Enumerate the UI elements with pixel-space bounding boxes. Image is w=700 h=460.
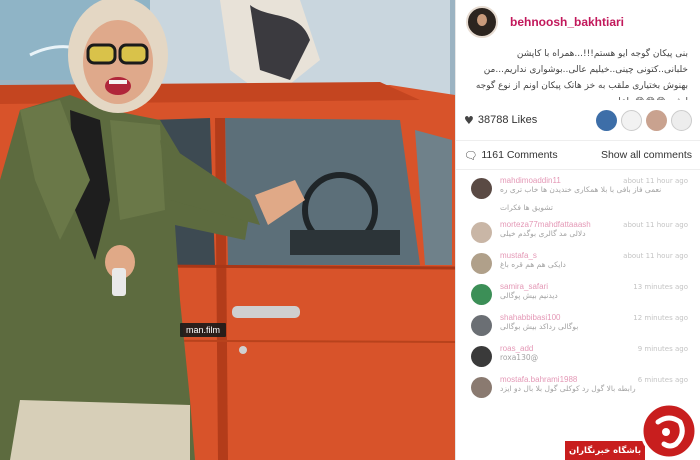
post-image (0, 0, 455, 460)
liker-avatar[interactable] (596, 109, 617, 131)
comment-item: mahdimoaddin11 about 11 hour ago نعمی فا… (456, 172, 700, 203)
comment-item: morteza77mahdfattaaash about 11 hour ago… (456, 216, 700, 247)
commenter-avatar[interactable] (471, 178, 492, 199)
commenter-avatar[interactable] (471, 253, 492, 274)
liker-avatar[interactable] (621, 109, 642, 131)
comment-item: shahabbibasi100 12 minutes ago بوگالی رد… (456, 309, 700, 340)
comments-count: 1161 Comments (481, 149, 558, 161)
comment-time: about 11 hour ago (623, 252, 688, 260)
comment-text: بوگالی رداکد بیش بوگالی (500, 322, 579, 331)
comment-time: 6 minutes ago (637, 376, 688, 384)
post-caption: بنی پیکان گوجه ایو هستم!!!...همراه با کا… (475, 49, 688, 100)
likers-avatars (596, 109, 692, 131)
post-username[interactable]: behnoosh_bakhtiari (510, 15, 624, 29)
comment-time: about 11 hour ago (623, 221, 688, 229)
commenter-avatar[interactable] (471, 315, 492, 336)
comment-item: roas_add 9 minutes ago @roxa130 (456, 340, 700, 371)
likes-count[interactable]: 38788 Likes (478, 114, 537, 126)
photo-credit-label: man.film (180, 323, 227, 337)
comment-bubble-icon: 🗨 (464, 149, 478, 162)
comment-item: mostafa.bahrami1988 6 minutes ago رابطه … (456, 371, 700, 402)
liker-avatar[interactable] (646, 109, 667, 131)
comment-item-continued: تشویق ها فکرات (456, 203, 700, 216)
comment-item: samira_safari 13 minutes ago دیدنیم بیش … (456, 278, 700, 309)
likes-row: ♥ 38788 Likes (456, 100, 700, 141)
comment-item: mustafa_s about 11 hour ago دایکی هم هم … (456, 247, 700, 278)
comment-text: @roxa130 (500, 353, 539, 362)
comment-text: دلالی مد گالری بوگدم خیلی (500, 229, 586, 238)
brand-name-bar: باشگاه خبرنگاران (565, 441, 645, 460)
post-details-panel: behnoosh_bakhtiari بنی پیکان گوجه ایو هس… (455, 0, 700, 460)
post-photo[interactable]: man.film (0, 0, 455, 460)
comment-text: رابطه بالا گول رد کوکلی گول بلا بال دو ا… (500, 384, 636, 393)
comment-time: 12 minutes ago (633, 314, 688, 322)
comment-text: دایکی هم هم قره باغ (500, 260, 566, 269)
user-avatar[interactable] (466, 6, 498, 38)
comment-time: about 11 hour ago (623, 177, 688, 185)
liker-avatar[interactable] (671, 109, 692, 131)
comment-time: 9 minutes ago (637, 345, 688, 353)
commenter-avatar[interactable] (471, 346, 492, 367)
commenter-avatar[interactable] (471, 222, 492, 243)
commenter-avatar[interactable] (471, 377, 492, 398)
commenter-avatar[interactable] (471, 284, 492, 305)
comment-text-line2: تشویق ها فکرات (500, 203, 554, 212)
show-all-comments-link[interactable]: Show all comments (601, 149, 692, 161)
brand-logo-icon (640, 402, 698, 460)
comments-row: 🗨 1161 Comments Show all comments (456, 141, 700, 170)
comment-list: mahdimoaddin11 about 11 hour ago نعمی فا… (456, 170, 700, 402)
post-header: behnoosh_bakhtiari (456, 0, 700, 44)
comment-time: 13 minutes ago (633, 283, 688, 291)
comment-text: نعمی فاز بافی با بلا همکاری خندیدن ها خا… (500, 185, 662, 194)
heart-icon[interactable]: ♥ (464, 114, 474, 127)
comment-text: دیدنیم بیش پوگالی (500, 291, 558, 300)
